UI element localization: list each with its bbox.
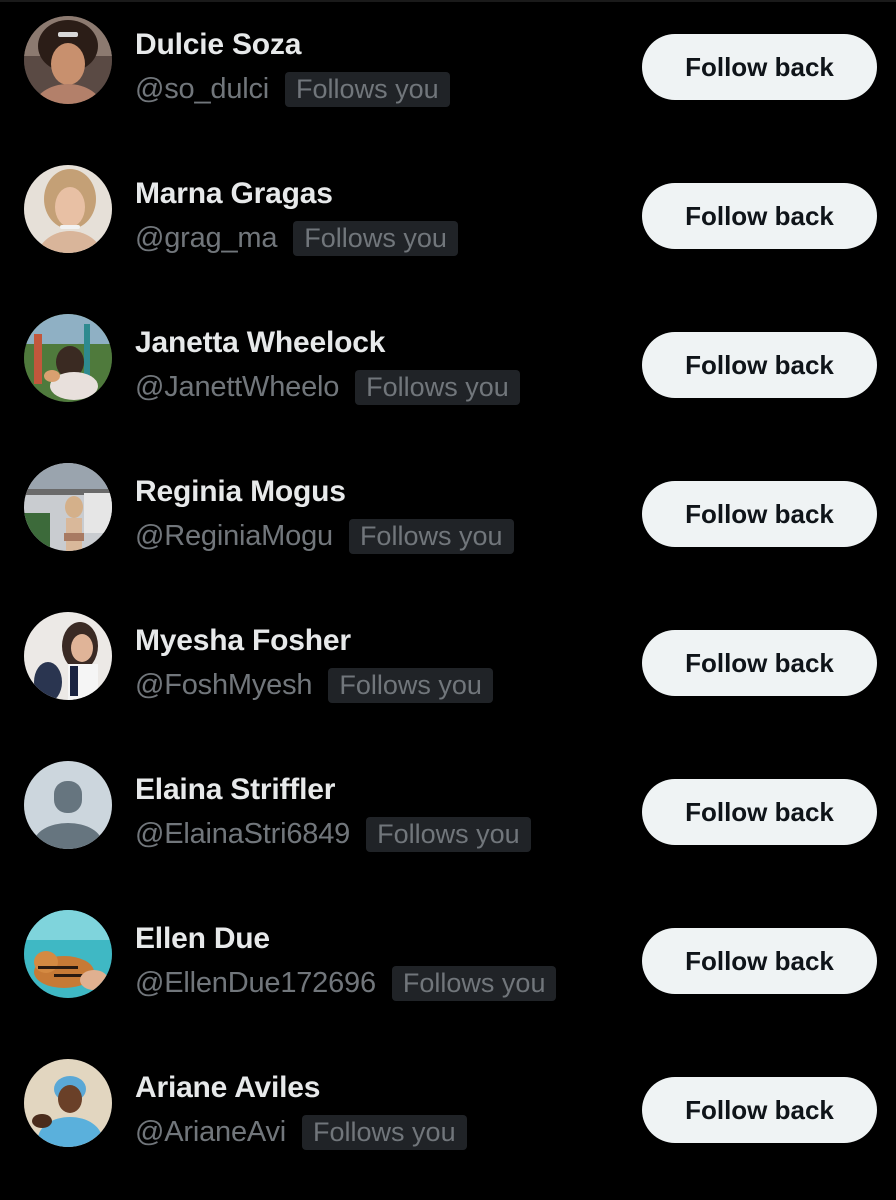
follows-you-badge: Follows you	[355, 370, 520, 405]
follow-back-button[interactable]: Follow back	[642, 779, 877, 845]
handle-line: @FoshMyesh Follows you	[135, 668, 493, 703]
follow-back-button[interactable]: Follow back	[642, 332, 877, 398]
follower-row[interactable]: Dulcie Soza @so_dulci Follows you Follow…	[0, 2, 896, 107]
follower-row[interactable]: Ariane Aviles @ArianeAvi Follows you Fol…	[0, 1045, 896, 1150]
handle-line: @ReginiaMogu Follows you	[135, 519, 514, 554]
display-name[interactable]: Ariane Aviles	[135, 1071, 320, 1105]
username[interactable]: @JanettWheelo	[135, 371, 339, 404]
display-name[interactable]: Dulcie Soza	[135, 28, 301, 62]
handle-line: @ArianeAvi Follows you	[135, 1115, 467, 1150]
avatar-photo	[24, 314, 112, 402]
avatar[interactable]	[24, 463, 112, 551]
follows-you-badge: Follows you	[348, 519, 514, 554]
default-avatar-icon[interactable]	[24, 761, 112, 849]
handle-line: @so_dulci Follows you	[135, 72, 450, 107]
follower-row[interactable]: Reginia Mogus @ReginiaMogu Follows you F…	[0, 449, 896, 554]
follower-row[interactable]: Janetta Wheelock @JanettWheelo Follows y…	[0, 300, 896, 405]
avatar[interactable]	[24, 1059, 112, 1147]
display-name[interactable]: Ellen Due	[135, 922, 270, 956]
follows-you-badge: Follows you	[366, 817, 531, 852]
follows-you-badge: Follows you	[293, 221, 458, 256]
handle-line: @grag_ma Follows you	[135, 221, 458, 256]
follower-row[interactable]: Myesha Fosher @FoshMyesh Follows you Fol…	[0, 598, 896, 703]
handle-line: @EllenDue172696 Follows you	[135, 966, 557, 1001]
display-name[interactable]: Elaina Striffler	[135, 773, 335, 807]
avatar-photo	[24, 1059, 112, 1147]
follow-back-button[interactable]: Follow back	[642, 1077, 877, 1143]
follower-row[interactable]: Ellen Due @EllenDue172696 Follows you Fo…	[0, 896, 896, 1001]
follower-row[interactable]: Elaina Striffler @ElainaStri6849 Follows…	[0, 747, 896, 852]
avatar-photo	[24, 463, 112, 551]
username[interactable]: @ReginiaMogu	[135, 520, 333, 553]
display-name[interactable]: Myesha Fosher	[135, 624, 351, 658]
follows-you-badge: Follows you	[391, 966, 557, 1001]
follow-back-button[interactable]: Follow back	[642, 630, 877, 696]
handle-line: @JanettWheelo Follows you	[135, 370, 520, 405]
display-name[interactable]: Reginia Mogus	[135, 475, 346, 509]
username[interactable]: @grag_ma	[135, 222, 277, 255]
username[interactable]: @FoshMyesh	[135, 669, 313, 702]
avatar-photo	[24, 910, 112, 998]
avatar-photo	[24, 612, 112, 700]
follower-row[interactable]: Marna Gragas @grag_ma Follows you Follow…	[0, 151, 896, 256]
display-name[interactable]: Janetta Wheelock	[135, 326, 385, 360]
follow-back-button[interactable]: Follow back	[642, 183, 877, 249]
follow-back-button[interactable]: Follow back	[642, 34, 877, 100]
username[interactable]: @ElainaStri6849	[135, 818, 350, 851]
handle-line: @ElainaStri6849 Follows you	[135, 817, 531, 852]
avatar[interactable]	[24, 165, 112, 253]
follows-you-badge: Follows you	[302, 1115, 467, 1150]
avatar[interactable]	[24, 910, 112, 998]
avatar[interactable]	[24, 16, 112, 104]
username[interactable]: @so_dulci	[135, 73, 269, 106]
display-name[interactable]: Marna Gragas	[135, 177, 333, 211]
follows-you-badge: Follows you	[328, 668, 493, 703]
username[interactable]: @EllenDue172696	[135, 967, 376, 1000]
follows-you-badge: Follows you	[285, 72, 450, 107]
username[interactable]: @ArianeAvi	[135, 1116, 286, 1149]
follow-back-button[interactable]: Follow back	[642, 928, 877, 994]
avatar[interactable]	[24, 612, 112, 700]
avatar[interactable]	[24, 314, 112, 402]
avatar-photo	[24, 16, 112, 104]
follow-back-button[interactable]: Follow back	[642, 481, 877, 547]
avatar-photo	[24, 165, 112, 253]
